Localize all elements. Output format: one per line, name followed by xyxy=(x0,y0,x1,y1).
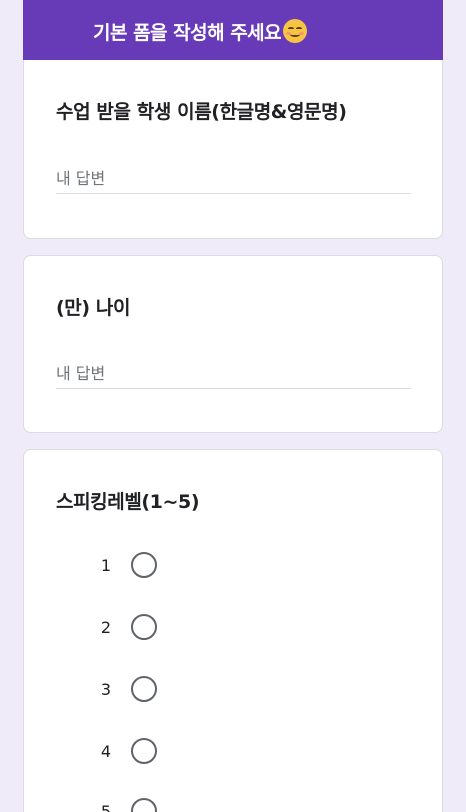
form-header: 기본 폼을 작성해 주세요 xyxy=(23,0,443,62)
radio-option[interactable]: 1 xyxy=(96,550,157,580)
age-input[interactable] xyxy=(56,359,411,387)
question-card-student-name: 수업 받을 학생 이름(한글명&영문명) xyxy=(23,60,443,239)
smiling-face-icon xyxy=(283,19,308,43)
answer-field[interactable] xyxy=(56,359,411,389)
form-title: 기본 폼을 작성해 주세요 xyxy=(93,18,308,45)
question-title: 수업 받을 학생 이름(한글명&영문명) xyxy=(56,101,347,123)
question-card-speaking-level: 스피킹레벨(1~5) 1 2 3 4 5 xyxy=(23,449,443,812)
student-name-input[interactable] xyxy=(56,164,411,192)
form-page: 기본 폼을 작성해 주세요 수업 받을 학생 이름(한글명&영문명) (만) 나… xyxy=(0,0,466,812)
question-title: 스피킹레벨(1~5) xyxy=(56,491,200,513)
form-title-text: 기본 폼을 작성해 주세요 xyxy=(93,22,282,44)
radio-option-label: 5 xyxy=(100,801,112,812)
question-title: (만) 나이 xyxy=(56,297,131,319)
radio-button[interactable] xyxy=(131,738,157,764)
radio-option[interactable]: 5 xyxy=(96,796,157,812)
radio-option[interactable]: 4 xyxy=(96,736,157,766)
radio-option[interactable]: 2 xyxy=(96,612,157,642)
radio-option-label: 2 xyxy=(100,617,112,637)
question-card-age: (만) 나이 xyxy=(23,255,443,433)
radio-button[interactable] xyxy=(131,798,157,812)
radio-option-label: 4 xyxy=(100,741,112,761)
radio-button[interactable] xyxy=(131,676,157,702)
radio-button[interactable] xyxy=(131,614,157,640)
radio-option-label: 1 xyxy=(100,555,112,575)
radio-button[interactable] xyxy=(131,552,157,578)
answer-field[interactable] xyxy=(56,164,411,194)
radio-option-label: 3 xyxy=(100,679,112,699)
radio-option[interactable]: 3 xyxy=(96,674,157,704)
